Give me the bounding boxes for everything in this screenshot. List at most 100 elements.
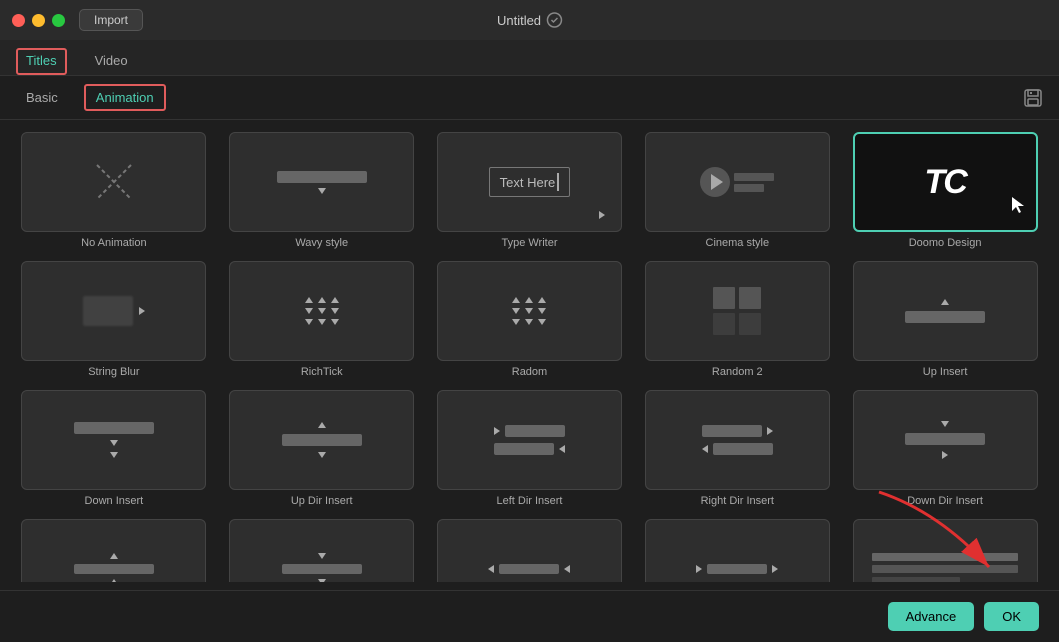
grid-item-doomo-design[interactable]: TC Doomo Design [847,132,1043,249]
cursor-icon [1010,195,1026,215]
grid-item-wavy-style[interactable]: Wavy style [224,132,420,249]
updir-arrow [318,422,326,428]
rt-arrow7 [305,319,313,325]
grid-item-up-insert[interactable]: Up Insert [847,261,1043,378]
sub-tab-bar: Basic Animation [0,76,1059,120]
title-status-icon [546,12,562,28]
string-blur-arrow [139,307,145,315]
rt-arrow1 [305,297,313,303]
grid-item-random-2[interactable]: Random 2 [639,261,835,378]
down-insert-arrow2 [110,452,118,458]
rt-arrow3 [331,297,339,303]
radom-arrow6 [538,308,546,314]
grid-item-no-animation[interactable]: No Animation [16,132,212,249]
ok-button[interactable]: OK [984,602,1039,631]
radom-arrow9 [538,319,546,325]
grid-item-up-dir-insert[interactable]: Up Dir Insert [224,390,420,507]
leftroll-arrow [488,565,494,573]
maximize-button[interactable] [52,14,65,27]
label-down-insert: Down Insert [85,495,144,507]
grid-item-right-dir-insert[interactable]: Right Dir Insert [639,390,835,507]
grid-item-down-insert[interactable]: Down Insert [16,390,212,507]
rt-arrow8 [318,319,326,325]
label-doomo-design: Doomo Design [909,237,982,249]
grid-item-up-roll[interactable]: Up Roll [16,519,212,582]
wavy-arrow-down [318,188,326,194]
label-left-dir-insert: Left Dir Insert [496,495,562,507]
window-title: Untitled [497,12,562,28]
radom-arrow7 [512,319,520,325]
minimize-button[interactable] [32,14,45,27]
leftdir-arrow-r [494,427,500,435]
thumb-drop1 [853,519,1038,582]
label-radom: Radom [512,366,547,378]
grid-item-drop1[interactable]: Drop1 [847,519,1043,582]
grid-item-richtick[interactable]: RichTick [224,261,420,378]
import-button[interactable]: Import [79,9,143,31]
advance-button[interactable]: Advance [888,602,975,631]
animation-grid: No Animation Wavy style Text Here Type W… [0,120,1059,582]
thumb-down-roll [229,519,414,582]
grid-item-down-roll[interactable]: Down Roll [224,519,420,582]
grid-item-type-writer[interactable]: Text Here Type Writer [432,132,628,249]
thumb-right-dir-insert [645,390,830,490]
rt-arrow5 [318,308,326,314]
thumb-richtick [229,261,414,361]
label-string-blur: String Blur [88,366,139,378]
tab-basic[interactable]: Basic [16,86,68,109]
grid-item-down-dir-insert[interactable]: Down Dir Insert [847,390,1043,507]
save-icon[interactable] [1023,88,1043,108]
downroll-arrow [318,553,326,559]
thumb-right-roll [645,519,830,582]
thumb-left-roll [437,519,622,582]
thumb-string-blur [21,261,206,361]
thumb-cinema-style [645,132,830,232]
grid-item-radom[interactable]: Radom [432,261,628,378]
label-richtick: RichTick [301,366,343,378]
thumb-down-dir-insert [853,390,1038,490]
radom-arrow8 [525,319,533,325]
downdir-arrow [941,421,949,427]
rt-arrow2 [318,297,326,303]
grid-item-string-blur[interactable]: String Blur [16,261,212,378]
radom-arrow1 [512,297,520,303]
label-cinema-style: Cinema style [706,237,770,249]
label-up-dir-insert: Up Dir Insert [291,495,353,507]
typewriter-text: Text Here [500,175,556,190]
rightdir-arrow-l [702,445,708,453]
rightroll-arrow2 [772,565,778,573]
downdir-arrow2 [942,451,948,459]
thumb-radom [437,261,622,361]
tab-animation[interactable]: Animation [84,84,166,111]
label-type-writer: Type Writer [501,237,557,249]
x-icon [89,157,139,207]
label-random-2: Random 2 [712,366,763,378]
close-button[interactable] [12,14,25,27]
up-insert-arrow [941,299,949,305]
rt-arrow9 [331,319,339,325]
leftroll-arrow2 [564,565,570,573]
tab-titles[interactable]: Titles [16,48,67,75]
cursor-bar [557,173,559,191]
rt-arrow6 [331,308,339,314]
radom-arrow3 [538,297,546,303]
label-no-animation: No Animation [81,237,146,249]
grid-item-cinema-style[interactable]: Cinema style [639,132,835,249]
cursor-indicator [1010,195,1026,220]
doomo-logo: TC [924,163,965,202]
thumb-random-2 [645,261,830,361]
radom-arrow5 [525,308,533,314]
label-up-insert: Up Insert [923,366,968,378]
label-right-dir-insert: Right Dir Insert [701,495,774,507]
leftdir-arrow-l [559,445,565,453]
rt-arrow4 [305,308,313,314]
down-insert-arrow [110,440,118,446]
thumb-doomo-design: TC [853,132,1038,232]
tab-video[interactable]: Video [87,48,136,75]
uproll-arrow2 [110,579,118,582]
typewriter-arrow [599,211,605,219]
grid-item-right-roll[interactable]: Right Roll [639,519,835,582]
grid-item-left-roll[interactable]: Left Roll [432,519,628,582]
grid-item-left-dir-insert[interactable]: Left Dir Insert [432,390,628,507]
downroll-arrow2 [318,579,326,582]
